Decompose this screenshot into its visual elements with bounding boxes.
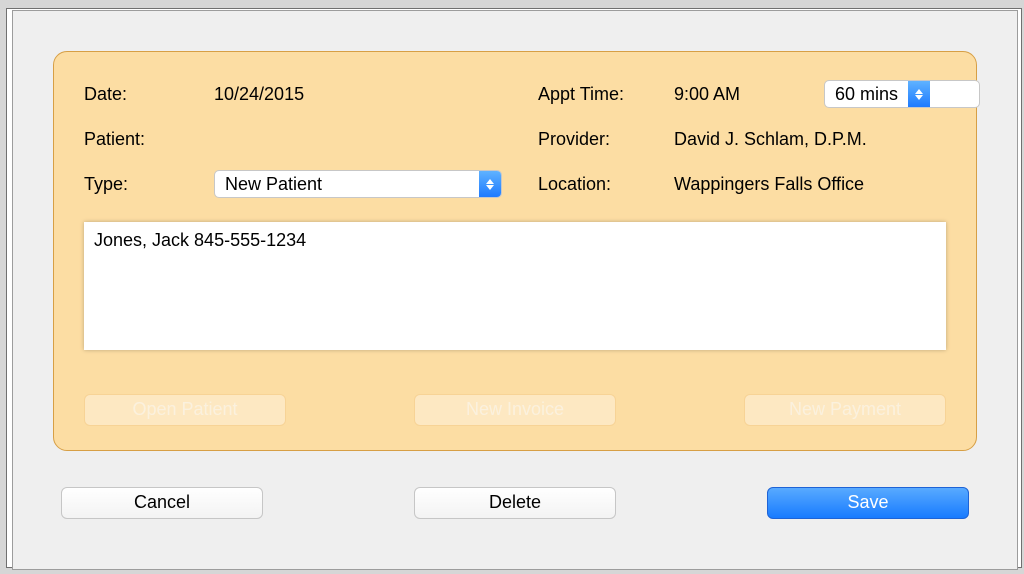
provider-label: Provider: bbox=[538, 129, 668, 150]
cancel-button[interactable]: Cancel bbox=[61, 487, 263, 519]
new-payment-button[interactable]: New Payment bbox=[744, 394, 946, 426]
row-date-time: Date: 10/24/2015 Appt Time: 9:00 AM 60 m… bbox=[84, 80, 946, 112]
save-button[interactable]: Save bbox=[767, 487, 969, 519]
row-type-location: Type: New Patient Location: Wappingers F… bbox=[84, 170, 946, 202]
duration-select[interactable]: 60 mins bbox=[824, 80, 980, 108]
duration-select-text: 60 mins bbox=[825, 81, 908, 107]
type-label: Type: bbox=[84, 174, 204, 195]
dialog-footer: Cancel Delete Save bbox=[61, 487, 969, 519]
chevrons-icon bbox=[908, 81, 930, 107]
open-patient-button[interactable]: Open Patient bbox=[84, 394, 286, 426]
chevrons-icon bbox=[479, 171, 501, 197]
type-select-text: New Patient bbox=[215, 171, 479, 197]
location-label: Location: bbox=[538, 174, 668, 195]
row-patient-provider: Patient: Provider: David J. Schlam, D.P.… bbox=[84, 125, 946, 157]
appointment-card: Date: 10/24/2015 Appt Time: 9:00 AM 60 m… bbox=[53, 51, 977, 451]
delete-button[interactable]: Delete bbox=[414, 487, 616, 519]
appt-time-label: Appt Time: bbox=[538, 84, 668, 105]
notes-textarea[interactable] bbox=[84, 222, 946, 350]
type-select[interactable]: New Patient bbox=[214, 170, 502, 198]
date-label: Date: bbox=[84, 84, 204, 105]
new-invoice-button[interactable]: New Invoice bbox=[414, 394, 616, 426]
location-value: Wappingers Falls Office bbox=[674, 174, 964, 195]
provider-value: David J. Schlam, D.P.M. bbox=[674, 129, 964, 150]
card-button-row: Open Patient New Invoice New Payment bbox=[84, 394, 946, 426]
appointment-dialog: Date: 10/24/2015 Appt Time: 9:00 AM 60 m… bbox=[12, 10, 1018, 570]
patient-label: Patient: bbox=[84, 129, 204, 150]
date-value: 10/24/2015 bbox=[214, 84, 494, 105]
